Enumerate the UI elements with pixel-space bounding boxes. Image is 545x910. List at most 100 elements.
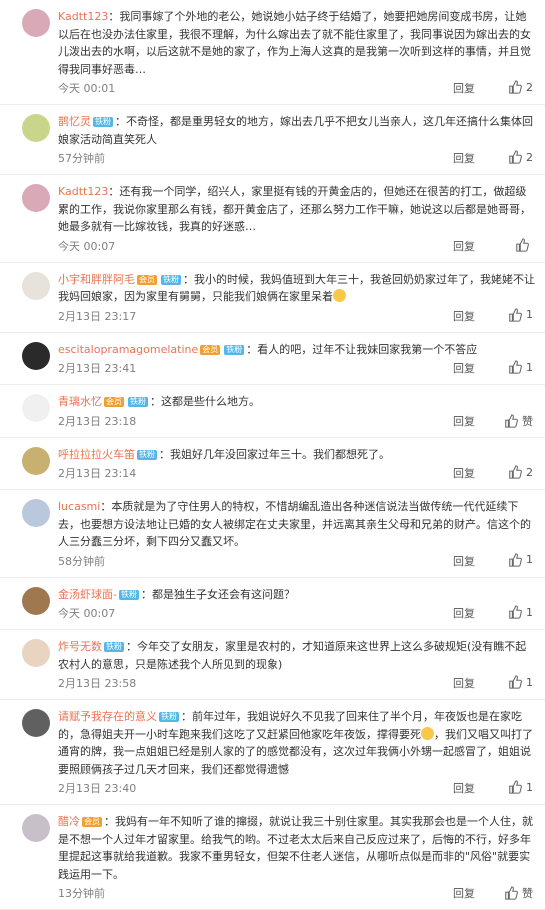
- thumbs-up-icon: [505, 413, 518, 428]
- fan-badge: 铁粉: [128, 397, 148, 407]
- reply-button[interactable]: 回复: [453, 885, 475, 901]
- reply-button[interactable]: 回复: [453, 605, 475, 621]
- timestamp: 57分钟前: [58, 152, 105, 165]
- like-button[interactable]: 赞: [504, 413, 533, 429]
- fan-badge: 铁粉: [159, 712, 179, 722]
- avatar[interactable]: [22, 9, 50, 37]
- username-link[interactable]: 请赋予我存在的意义: [58, 710, 157, 723]
- comment-body: ：本质就是为了守住男人的特权，不惜胡编乱造出各种迷信说法当做传统一代代延续下去，…: [58, 500, 531, 548]
- avatar[interactable]: [22, 394, 50, 422]
- like-count: 1: [526, 675, 533, 689]
- username-link[interactable]: 鹊忆灵: [58, 115, 91, 128]
- like-button[interactable]: 1: [508, 605, 533, 619]
- like-button[interactable]: 2: [508, 150, 533, 164]
- username-link[interactable]: 金汤虾球面-: [58, 588, 117, 601]
- like-count: 1: [526, 553, 533, 566]
- like-button[interactable]: 1: [508, 780, 533, 794]
- like-count: 赞: [522, 414, 533, 428]
- timestamp: 今天 00:01: [58, 82, 116, 95]
- avatar[interactable]: [22, 639, 50, 667]
- comment-body: ：我姐好几年没回家过年三十。我们都想死了。: [159, 447, 390, 461]
- like-count: 1: [526, 780, 533, 794]
- comment-meta: 今天 00:01 回复 2: [58, 78, 535, 98]
- timestamp: 2月13日 23:14: [58, 467, 137, 480]
- like-button[interactable]: 1: [508, 307, 533, 322]
- reply-button[interactable]: 回复: [453, 465, 475, 481]
- avatar[interactable]: [22, 114, 50, 142]
- comment-body: ：看人的吧，过年不让我妹回家我第一个不答应: [246, 342, 478, 356]
- comment-body: ：我同事嫁了个外地的老公，她说她小姑子终于结婚了，她要把她房间变成书房，让她以后…: [58, 10, 531, 76]
- thumbs-up-icon: [516, 237, 529, 252]
- thumbs-up-icon: [509, 150, 522, 164]
- like-button[interactable]: [515, 237, 533, 252]
- username-link[interactable]: Kadtt123: [58, 185, 108, 198]
- thumbs-up-icon: [509, 675, 522, 689]
- reply-button[interactable]: 回复: [453, 80, 475, 96]
- avatar[interactable]: [22, 184, 50, 212]
- vip-badge: 会员: [104, 397, 124, 407]
- comment-meta: 2月13日 23:58 回复 1: [58, 673, 535, 693]
- like-button[interactable]: 1: [508, 675, 533, 689]
- comment-item: escitalopramagomelatine 会员 铁粉 ：看人的吧，过年不让我妹回…: [0, 333, 545, 385]
- reply-button[interactable]: 回复: [453, 553, 475, 569]
- like-count: 2: [526, 80, 533, 94]
- reply-button[interactable]: 回复: [453, 780, 475, 796]
- avatar[interactable]: [22, 499, 50, 527]
- reply-button[interactable]: 回复: [453, 308, 475, 324]
- fan-badge: 铁粉: [161, 274, 181, 285]
- like-button[interactable]: 2: [508, 465, 533, 479]
- username-link[interactable]: 小宇和胖胖阿毛: [58, 273, 135, 286]
- thumbs-up-icon: [509, 465, 522, 479]
- avatar[interactable]: [22, 709, 50, 737]
- username-link[interactable]: 呼拉拉拉火车笛: [58, 448, 135, 461]
- reply-button[interactable]: 回复: [453, 360, 475, 376]
- username-link[interactable]: 炸号无数: [58, 640, 102, 653]
- comment-text: 呼拉拉拉火车笛 铁粉 ：我姐好几年没回家过年三十。我们都想死了。: [58, 446, 535, 464]
- like-button[interactable]: 赞: [504, 885, 533, 901]
- thumbs-up-icon: [509, 780, 522, 794]
- avatar[interactable]: [22, 271, 50, 300]
- comment-text: 小宇和胖胖阿毛 会员 铁粉 ：我小的时候，我妈值班到大年三十，我爸回奶奶家过年了，我姥…: [58, 271, 535, 306]
- reply-button[interactable]: 回复: [453, 150, 475, 166]
- like-button[interactable]: 1: [508, 360, 533, 374]
- comment-item: lucasmi：本质就是为了守住男人的特权，不惜胡编乱造出各种迷信说法当做传统一…: [0, 490, 545, 578]
- comment-body: ：我妈有一年不知听了谁的撺掇，就说让我三十别住家里。其实我那会也是一个人住，就是…: [58, 815, 533, 881]
- avatar[interactable]: [22, 341, 50, 370]
- reply-button[interactable]: 回复: [453, 413, 475, 429]
- comment-body: ：都是独生子女还会有这问题？: [140, 587, 295, 601]
- fan-badge: 铁粉: [137, 449, 157, 460]
- comment-text: Kadtt123：我同事嫁了个外地的老公，她说她小姑子终于结婚了，她要把她房间变…: [58, 8, 535, 78]
- username-link[interactable]: lucasmi: [58, 500, 100, 513]
- comment-item: 鹊忆灵 铁粉 ：不奇怪，都是重男轻女的地方，嫁出去几乎不把女儿当亲人，这几年还搞什么…: [0, 105, 545, 175]
- reply-button[interactable]: 回复: [453, 238, 475, 254]
- comment-item: 醋冷 会员 ：我妈有一年不知听了谁的撺掇，就说让我三十别住家里。其实我那会也是一个人…: [0, 805, 545, 910]
- comment-body: ：这都是些什么地方。: [150, 395, 260, 408]
- vip-badge: 会员: [82, 817, 102, 827]
- like-button[interactable]: 2: [508, 80, 533, 94]
- thumbs-up-icon: [509, 307, 522, 322]
- emoji-icon: [333, 289, 346, 302]
- comment-item: Kadtt123：我同事嫁了个外地的老公，她说她小姑子终于结婚了，她要把她房间变…: [0, 0, 545, 105]
- like-count: 1: [526, 308, 533, 321]
- comment-meta: 13分钟前 回复 赞: [58, 883, 535, 903]
- reply-button[interactable]: 回复: [453, 675, 475, 691]
- thumbs-up-icon: [509, 552, 522, 567]
- avatar[interactable]: [22, 586, 50, 615]
- avatar[interactable]: [22, 446, 50, 475]
- username-link[interactable]: 青璃水忆: [58, 395, 102, 408]
- fan-badge: 铁粉: [93, 117, 113, 127]
- username-link[interactable]: Kadtt123: [58, 10, 108, 23]
- username-link[interactable]: 醋冷: [58, 815, 80, 828]
- comment-meta: 今天 00:07 回复 1: [58, 603, 535, 623]
- username-link[interactable]: escitalopramagomelatine: [58, 343, 198, 356]
- comment-text: Kadtt123：还有我一个同学，绍兴人，家里挺有钱的开黄金店的，但她还在很苦的…: [58, 183, 535, 236]
- like-button[interactable]: 1: [508, 552, 533, 567]
- comment-meta: 2月13日 23:17 回复 1: [58, 306, 535, 326]
- thumbs-up-icon: [509, 360, 522, 374]
- comment-meta: 57分钟前 回复 2: [58, 148, 535, 168]
- avatar[interactable]: [22, 814, 50, 842]
- timestamp: 2月13日 23:41: [58, 362, 137, 375]
- vip-badge: 会员: [137, 274, 157, 285]
- comment-text: 鹊忆灵 铁粉 ：不奇怪，都是重男轻女的地方，嫁出去几乎不把女儿当亲人，这几年还搞什么…: [58, 113, 535, 148]
- comment-item: 金汤虾球面- 铁粉 ：都是独生子女还会有这问题？ 今天 00:07 回复 1: [0, 578, 545, 630]
